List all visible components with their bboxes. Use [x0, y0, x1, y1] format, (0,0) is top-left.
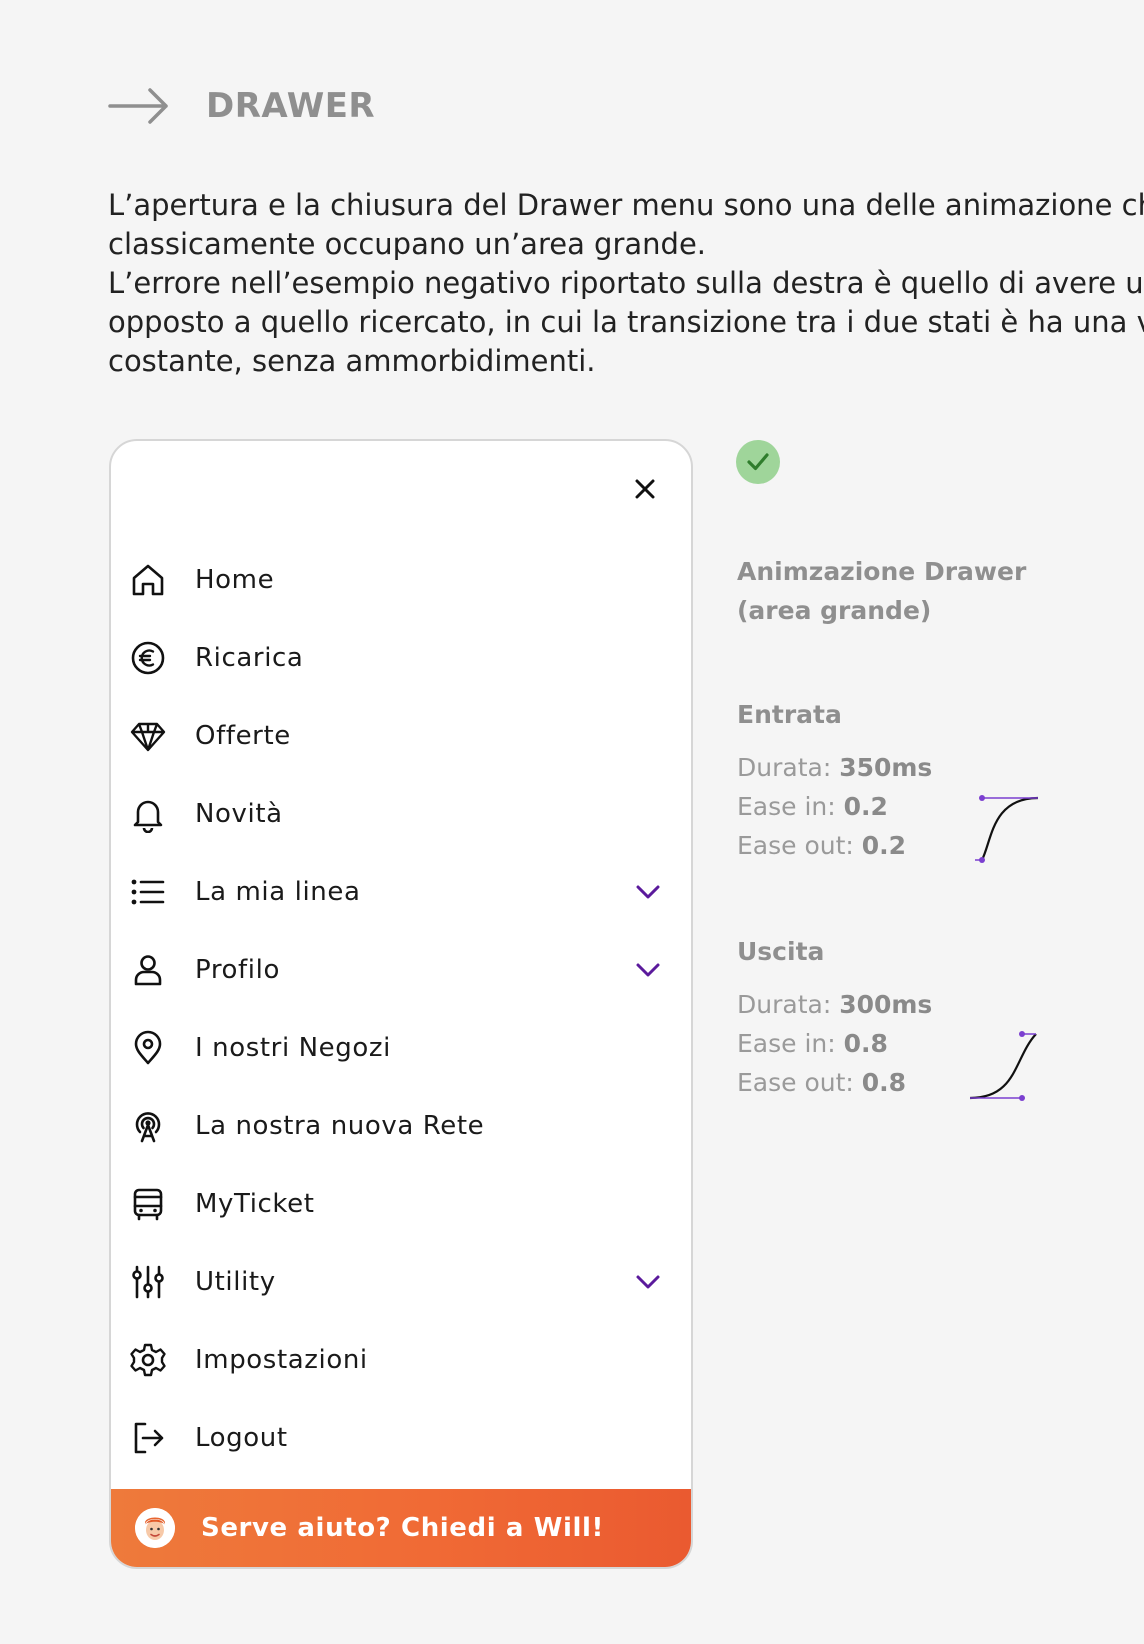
menu-item-myticket[interactable]: MyTicket [111, 1165, 691, 1243]
bell-icon [129, 795, 167, 833]
section-title: DRAWER [206, 86, 376, 126]
menu-item-home[interactable]: Home [111, 541, 691, 619]
gear-icon [129, 1341, 167, 1379]
status-badge [736, 440, 780, 484]
menu-item-nuova-rete[interactable]: La nostra nuova Rete [111, 1087, 691, 1165]
menu-item-label: Offerte [195, 721, 291, 751]
menu-item-label: Novità [195, 799, 283, 829]
menu-item-label: I nostri Negozi [195, 1033, 391, 1063]
uscita-ease-in: Ease in: 0.8 [737, 1024, 888, 1063]
help-chat-button[interactable]: Serve aiuto? Chiedi a Will! [111, 1489, 691, 1567]
menu-item-label: La nostra nuova Rete [195, 1111, 485, 1141]
param-label: Durata: [737, 753, 840, 782]
entrata-easing-curve [962, 790, 1040, 866]
antenna-icon [129, 1107, 167, 1145]
menu-item-profilo[interactable]: Profilo [111, 931, 691, 1009]
entrata-title: Entrata [737, 700, 842, 729]
help-label: Serve aiuto? Chiedi a Will! [201, 1513, 604, 1543]
entrata-ease-in: Ease in: 0.2 [737, 787, 888, 826]
uscita-easing-curve [962, 1030, 1040, 1106]
menu-item-ricarica[interactable]: Ricarica [111, 619, 691, 697]
sliders-icon [129, 1263, 167, 1301]
intro-line: classicamente occupano un’area grande. [108, 227, 707, 261]
arrow-right-icon [108, 86, 170, 126]
menu-item-offerte[interactable]: Offerte [111, 697, 691, 775]
location-pin-icon [129, 1029, 167, 1067]
chevron-down-icon[interactable] [633, 877, 663, 907]
user-icon [129, 951, 167, 989]
param-value: 0.8 [861, 1068, 907, 1097]
menu-item-label: Home [195, 565, 275, 595]
intro-line: L’errore nell’esempio negativo riportato… [108, 266, 1144, 300]
menu-item-logout[interactable]: Logout [111, 1399, 691, 1477]
uscita-durata: Durata: 300ms [737, 985, 932, 1024]
drawer-menu-list: Home Ricarica Offerte Novità La mia line… [111, 541, 691, 1477]
intro-text: L’apertura e la chiusura del Drawer menu… [108, 186, 1144, 381]
chevron-down-icon[interactable] [633, 955, 663, 985]
entrata-durata: Durata: 350ms [737, 748, 932, 787]
logout-icon [129, 1419, 167, 1457]
section-header: DRAWER [108, 86, 375, 126]
intro-line: costante, senza ammorbidimenti. [108, 344, 596, 378]
menu-item-negozi[interactable]: I nostri Negozi [111, 1009, 691, 1087]
menu-item-la-mia-linea[interactable]: La mia linea [111, 853, 691, 931]
bus-icon [129, 1185, 167, 1223]
diamond-icon [129, 717, 167, 755]
param-label: Durata: [737, 990, 840, 1019]
menu-item-label: Utility [195, 1267, 276, 1297]
list-icon [129, 873, 167, 911]
uscita-ease-out: Ease out: 0.8 [737, 1063, 906, 1102]
menu-item-label: Ricarica [195, 643, 304, 673]
param-label: Ease in: [737, 792, 844, 821]
animation-title-line: Animzazione Drawer [737, 557, 1027, 586]
uscita-title: Uscita [737, 937, 825, 966]
param-value: 0.2 [843, 792, 888, 821]
euro-icon [129, 639, 167, 677]
will-avatar-icon [135, 1508, 175, 1548]
menu-item-impostazioni[interactable]: Impostazioni [111, 1321, 691, 1399]
intro-line: L’apertura e la chiusura del Drawer menu… [108, 188, 1144, 222]
menu-item-label: Profilo [195, 955, 280, 985]
page: DRAWER L’apertura e la chiusura del Draw… [0, 0, 1144, 1644]
param-label: Ease out: [737, 1068, 862, 1097]
check-icon [747, 453, 769, 471]
param-label: Ease out: [737, 831, 862, 860]
param-value: 300ms [839, 990, 933, 1019]
animation-title: Animzazione Drawer (area grande) [737, 552, 1026, 630]
menu-item-novita[interactable]: Novità [111, 775, 691, 853]
param-value: 0.2 [861, 831, 907, 860]
entrata-ease-out: Ease out: 0.2 [737, 826, 906, 865]
chevron-down-icon[interactable] [633, 1267, 663, 1297]
param-label: Ease in: [737, 1029, 844, 1058]
drawer-menu: Home Ricarica Offerte Novità La mia line… [109, 439, 693, 1569]
close-button[interactable] [629, 473, 661, 505]
param-value: 350ms [839, 753, 933, 782]
menu-item-label: Impostazioni [195, 1345, 368, 1375]
home-icon [129, 561, 167, 599]
menu-item-label: La mia linea [195, 877, 361, 907]
intro-line: opposto a quello ricercato, in cui la tr… [108, 305, 1144, 339]
menu-item-label: MyTicket [195, 1189, 315, 1219]
animation-title-line: (area grande) [737, 596, 932, 625]
close-icon [635, 479, 655, 499]
menu-item-utility[interactable]: Utility [111, 1243, 691, 1321]
menu-item-label: Logout [195, 1423, 288, 1453]
param-value: 0.8 [843, 1029, 888, 1058]
